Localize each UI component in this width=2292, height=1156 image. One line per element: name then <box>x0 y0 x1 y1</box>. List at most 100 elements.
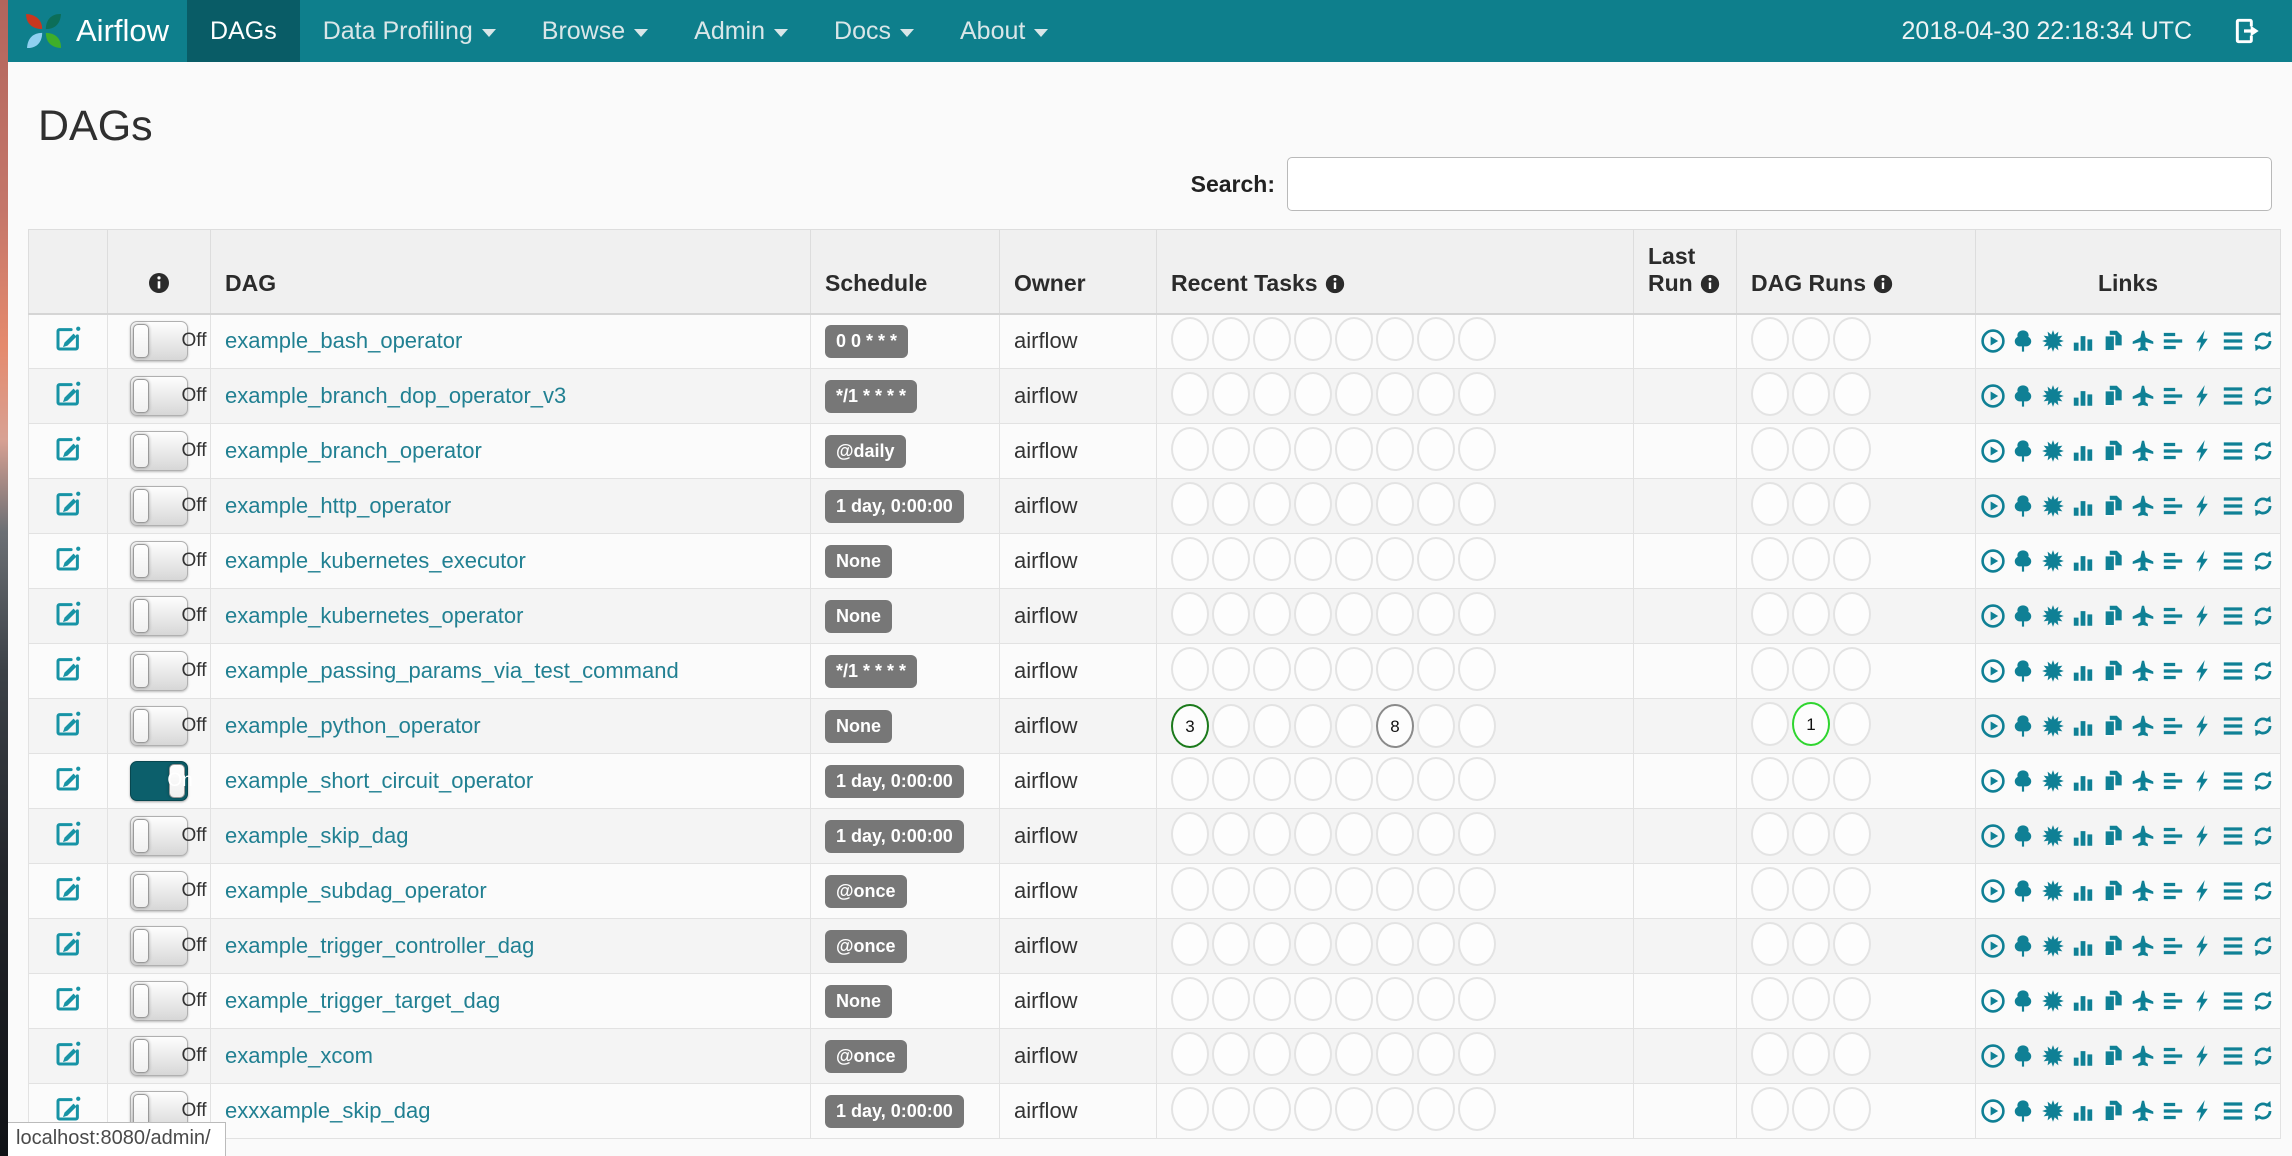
dag-name-link[interactable]: example_trigger_target_dag <box>225 988 500 1013</box>
task-duration-icon[interactable] <box>2070 438 2096 464</box>
task-instance-circle[interactable] <box>1212 976 1250 1021</box>
task-instance-circle[interactable] <box>1212 646 1250 691</box>
tree-view-icon[interactable] <box>2010 1098 2036 1124</box>
gantt-icon[interactable] <box>2160 548 2186 574</box>
refresh-icon[interactable] <box>2250 603 2276 629</box>
code-view-icon[interactable] <box>2190 493 2216 519</box>
trigger-dag-icon[interactable] <box>1980 713 2006 739</box>
dag-run-circle[interactable] <box>1792 811 1830 856</box>
schedule-badge[interactable]: @once <box>825 1039 907 1073</box>
logs-icon[interactable] <box>2220 438 2246 464</box>
dag-run-circle[interactable] <box>1792 481 1830 526</box>
landing-times-icon[interactable] <box>2130 823 2156 849</box>
dag-run-circle[interactable] <box>1833 756 1871 801</box>
dag-pause-toggle[interactable]: On <box>130 761 193 801</box>
task-instance-circle[interactable] <box>1335 1031 1373 1076</box>
schedule-badge[interactable]: 1 day, 0:00:00 <box>825 1094 964 1128</box>
task-instance-circle[interactable] <box>1253 536 1291 581</box>
nav-item-admin[interactable]: Admin <box>671 0 811 62</box>
edit-dag-icon[interactable] <box>53 434 83 464</box>
task-instance-circle[interactable] <box>1458 371 1496 416</box>
dag-run-circle[interactable] <box>1792 866 1830 911</box>
dag-run-circle[interactable] <box>1751 646 1789 691</box>
task-tries-icon[interactable] <box>2100 438 2126 464</box>
task-instance-circle[interactable] <box>1253 481 1291 526</box>
dag-pause-toggle[interactable]: Off <box>130 706 207 746</box>
edit-dag-icon[interactable] <box>53 599 83 629</box>
task-tries-icon[interactable] <box>2100 658 2126 684</box>
task-tries-icon[interactable] <box>2100 933 2126 959</box>
nav-item-browse[interactable]: Browse <box>519 0 671 62</box>
refresh-icon[interactable] <box>2250 988 2276 1014</box>
task-instance-circle[interactable] <box>1376 371 1414 416</box>
dag-run-circle[interactable] <box>1833 481 1871 526</box>
trigger-dag-icon[interactable] <box>1980 1098 2006 1124</box>
logs-icon[interactable] <box>2220 658 2246 684</box>
task-instance-circle[interactable] <box>1253 1031 1291 1076</box>
graph-view-icon[interactable] <box>2040 603 2066 629</box>
refresh-icon[interactable] <box>2250 548 2276 574</box>
dag-run-circle[interactable] <box>1833 976 1871 1021</box>
landing-times-icon[interactable] <box>2130 658 2156 684</box>
task-instance-circle[interactable] <box>1253 756 1291 801</box>
dag-name-link[interactable]: example_trigger_controller_dag <box>225 933 534 958</box>
edit-dag-icon[interactable] <box>53 819 83 849</box>
dag-name-link[interactable]: example_subdag_operator <box>225 878 487 903</box>
dag-pause-toggle[interactable]: Off <box>130 431 207 471</box>
trigger-dag-icon[interactable] <box>1980 548 2006 574</box>
task-instance-circle[interactable] <box>1171 811 1209 856</box>
task-instance-circle[interactable] <box>1294 646 1332 691</box>
code-view-icon[interactable] <box>2190 1098 2216 1124</box>
dag-pause-toggle[interactable]: Off <box>130 871 207 911</box>
dag-run-circle[interactable] <box>1833 811 1871 856</box>
task-duration-icon[interactable] <box>2070 328 2096 354</box>
refresh-icon[interactable] <box>2250 823 2276 849</box>
task-instance-circle[interactable] <box>1294 811 1332 856</box>
logs-icon[interactable] <box>2220 823 2246 849</box>
dag-pause-toggle[interactable]: Off <box>130 651 207 691</box>
task-instance-circle[interactable] <box>1212 756 1250 801</box>
refresh-icon[interactable] <box>2250 768 2276 794</box>
task-instance-circle[interactable] <box>1212 1086 1250 1131</box>
code-view-icon[interactable] <box>2190 713 2216 739</box>
dag-run-circle[interactable] <box>1751 1031 1789 1076</box>
dag-name-link[interactable]: example_python_operator <box>225 713 481 738</box>
trigger-dag-icon[interactable] <box>1980 438 2006 464</box>
dag-pause-toggle[interactable]: Off <box>130 1036 207 1076</box>
tree-view-icon[interactable] <box>2010 1043 2036 1069</box>
task-instance-circle[interactable] <box>1417 536 1455 581</box>
dag-run-circle[interactable] <box>1833 921 1871 966</box>
gantt-icon[interactable] <box>2160 988 2186 1014</box>
dag-run-circle[interactable] <box>1751 371 1789 416</box>
dag-pause-toggle[interactable]: Off <box>130 541 207 581</box>
task-instance-circle[interactable] <box>1171 481 1209 526</box>
dag-run-circle[interactable] <box>1833 591 1871 636</box>
dag-name-link[interactable]: example_kubernetes_executor <box>225 548 526 573</box>
schedule-badge[interactable]: None <box>825 544 892 578</box>
code-view-icon[interactable] <box>2190 988 2216 1014</box>
task-instance-circle[interactable] <box>1376 756 1414 801</box>
task-instance-circle[interactable] <box>1253 1086 1291 1131</box>
task-instance-circle[interactable] <box>1294 481 1332 526</box>
dag-run-circle[interactable] <box>1751 536 1789 581</box>
dag-run-circle[interactable] <box>1792 591 1830 636</box>
graph-view-icon[interactable] <box>2040 493 2066 519</box>
schedule-badge[interactable]: 1 day, 0:00:00 <box>825 489 964 523</box>
edit-dag-icon[interactable] <box>53 1094 83 1124</box>
task-instance-circle[interactable] <box>1335 426 1373 471</box>
task-instance-circle[interactable] <box>1458 426 1496 471</box>
logout-icon[interactable] <box>2232 15 2264 47</box>
task-duration-icon[interactable] <box>2070 1043 2096 1069</box>
landing-times-icon[interactable] <box>2130 383 2156 409</box>
code-view-icon[interactable] <box>2190 933 2216 959</box>
edit-dag-icon[interactable] <box>53 764 83 794</box>
code-view-icon[interactable] <box>2190 878 2216 904</box>
task-instance-circle[interactable] <box>1376 811 1414 856</box>
edit-dag-icon[interactable] <box>53 489 83 519</box>
task-instance-circle[interactable] <box>1376 426 1414 471</box>
task-instance-circle[interactable] <box>1294 1086 1332 1131</box>
dag-run-circle[interactable] <box>1792 371 1830 416</box>
refresh-icon[interactable] <box>2250 438 2276 464</box>
task-instance-circle[interactable] <box>1417 976 1455 1021</box>
task-instance-circle[interactable] <box>1294 704 1332 748</box>
